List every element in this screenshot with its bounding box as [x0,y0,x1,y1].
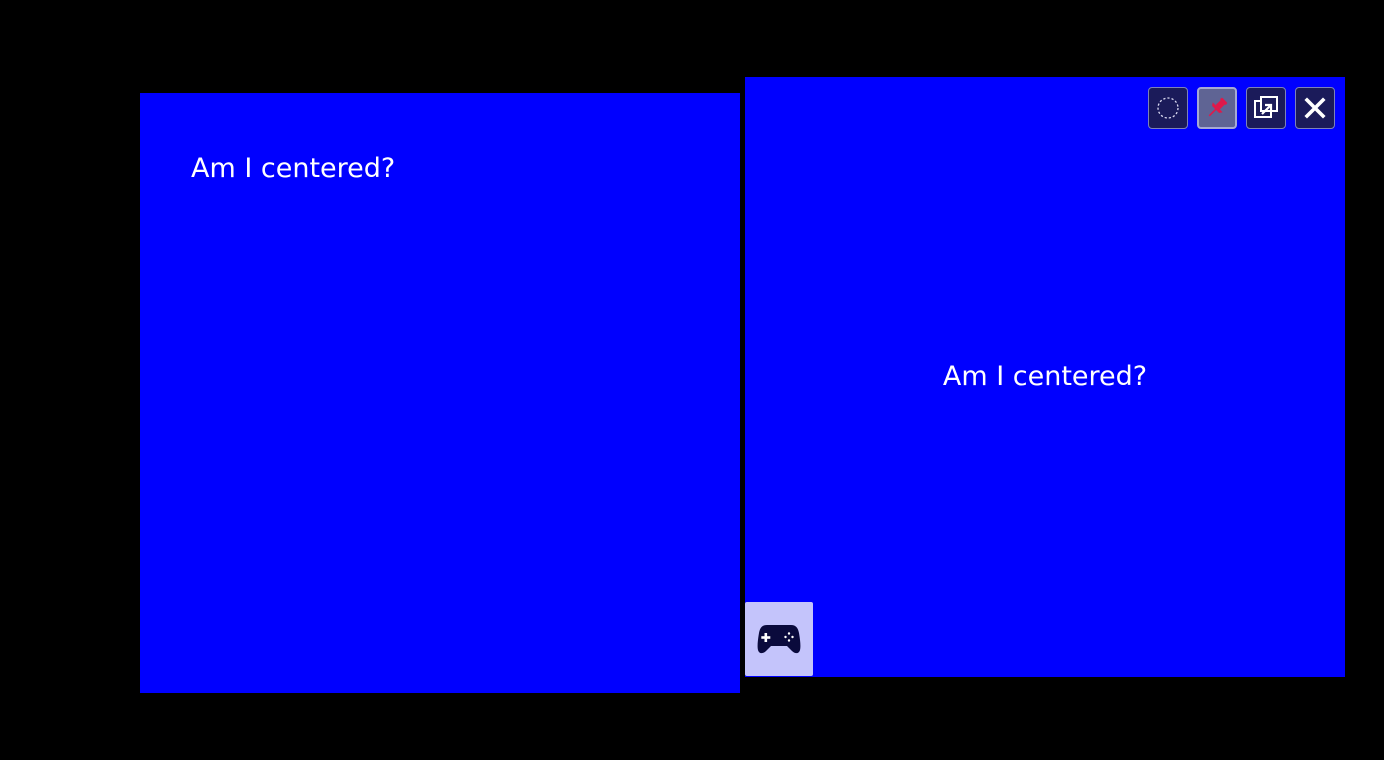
gamepad-button[interactable] [745,602,813,676]
popout-icon [1254,96,1278,118]
pin-button[interactable] [1197,87,1237,129]
close-icon [1304,97,1326,119]
gamepad-icon [757,625,801,654]
left-panel: Am I centered? [140,93,740,693]
left-panel-text: Am I centered? [191,153,396,184]
dashed-circle-button[interactable] [1148,87,1188,129]
right-panel-text: Am I centered? [942,361,1148,392]
desktop-canvas: Am I centered? Am I centered? [0,0,1384,760]
dashed-circle-icon [1157,97,1179,119]
panel-toolbar [1148,87,1335,129]
popout-button[interactable] [1246,87,1286,129]
close-button[interactable] [1295,87,1335,129]
pin-icon [1208,97,1228,117]
right-panel: Am I centered? [745,77,1345,677]
